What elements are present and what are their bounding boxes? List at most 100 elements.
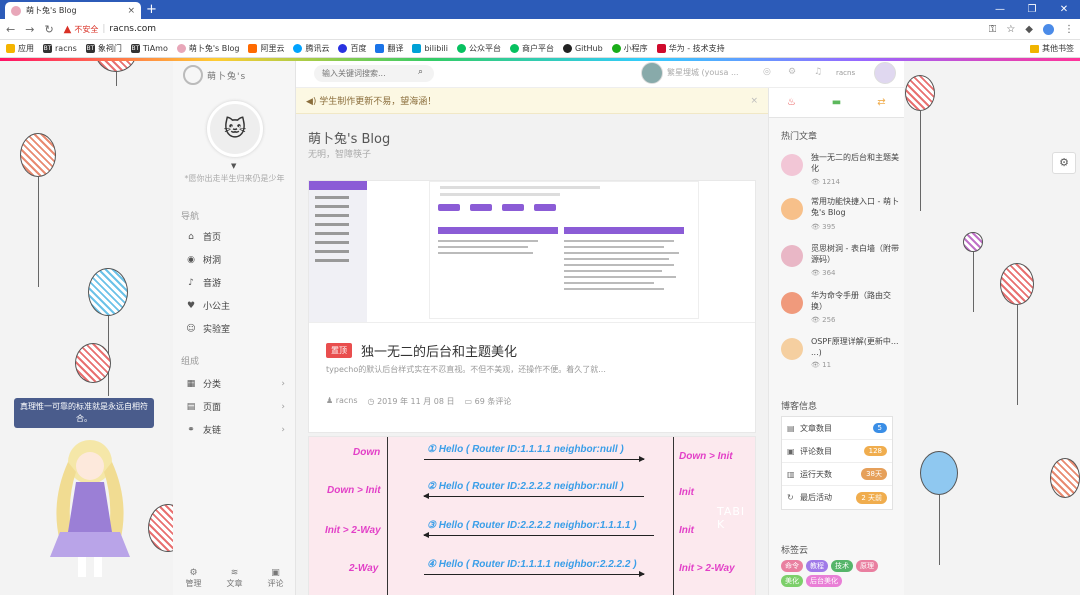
comment-count[interactable]: ▭ 69 条评论 xyxy=(465,396,512,407)
play-icon[interactable]: ◎ xyxy=(763,67,771,77)
post-card[interactable]: 置顶 独一无二的后台和主题美化 typecho的默认后台样式实在不忍直视。不但不… xyxy=(308,180,756,433)
tag-item[interactable]: 美化 xyxy=(781,575,803,587)
bookmark-baidu[interactable]: 百度 xyxy=(338,43,366,54)
info-row-last-active: ↻ 最后活动 2 天前 xyxy=(782,486,892,509)
profile-avatar[interactable]: 🐱 xyxy=(207,101,263,157)
hot-article-item[interactable]: OSPF原理详解(更新中... ...) 👁 11 xyxy=(781,336,899,374)
music-cover-avatar[interactable] xyxy=(641,62,663,84)
hot-articles-title: 热门文章 xyxy=(781,132,818,142)
nav-item-pages[interactable]: ▤ 页面 › xyxy=(185,400,285,414)
post-thumbnail[interactable] xyxy=(309,181,755,323)
hot-article-item[interactable]: 常用功能快捷入口 - 萌卜兔's Blog 👁 395 xyxy=(781,196,899,234)
bulb-icon: ◉ xyxy=(187,254,195,265)
balloon-decoration xyxy=(1000,263,1034,305)
nav-item-music-game[interactable]: ♪ 音游 xyxy=(185,276,285,290)
hot-article-item[interactable]: 觅思树洞 - 表白墙（附带源码） 👁 364 xyxy=(781,243,899,281)
account-label[interactable]: racns xyxy=(836,69,855,77)
search-icon[interactable]: ⌕ xyxy=(418,67,423,77)
bookmark-blog[interactable]: 萌卜兔's Blog xyxy=(176,43,239,54)
chevron-right-icon: › xyxy=(281,401,285,412)
post-title-link[interactable]: 独一无二的后台和主题美化 xyxy=(361,341,517,360)
bookmark-wechat-pay[interactable]: 商户平台 xyxy=(509,43,554,54)
user-icon: ♟ xyxy=(326,396,336,405)
bookmark-racns[interactable]: BT racns xyxy=(43,44,77,53)
bt-icon: BT xyxy=(43,44,52,53)
bookmark-aliyun[interactable]: 阿里云 xyxy=(248,43,284,54)
chevron-right-icon: › xyxy=(281,378,285,389)
tab-random-icon[interactable]: ⇄ xyxy=(859,88,904,117)
hot-article-item[interactable]: 华为命令手册（路由交换） 👁 256 xyxy=(781,290,899,328)
tag-item[interactable]: 后台美化 xyxy=(806,575,842,587)
back-arrow-icon[interactable]: ← xyxy=(6,23,15,36)
nav-item-categories[interactable]: ▦ 分类 › xyxy=(185,377,285,391)
post-excerpt: typecho的默认后台样式实在不忍直视。不但不美观，还操作不便。着久了就... xyxy=(326,365,606,374)
tag-item[interactable]: 命令 xyxy=(781,560,803,572)
bookmark-tiamo[interactable]: BT TiAmo xyxy=(130,44,168,53)
footer-admin-button[interactable]: ⚙ 管理 xyxy=(186,568,202,589)
close-window-icon[interactable]: ✕ xyxy=(1048,0,1080,19)
minimize-icon[interactable]: — xyxy=(984,0,1016,19)
star-icon[interactable]: ☆ xyxy=(1006,24,1015,35)
bell-icon[interactable]: ♫ xyxy=(814,67,822,77)
browser-tab[interactable]: 萌卜兔's Blog × xyxy=(5,2,141,19)
hello-message: ① Hello ( Router ID:1.1.1.1 neighbor:nul… xyxy=(427,444,624,455)
footer-comments-button[interactable]: ▣ 评论 xyxy=(268,568,284,589)
other-bookmarks[interactable]: 其他书签 xyxy=(1030,43,1074,54)
mascot-character-icon[interactable] xyxy=(40,432,140,582)
profile-icon[interactable] xyxy=(1043,23,1054,35)
balloon-decoration xyxy=(1050,458,1080,498)
left-sidebar: 萌卜兔's 🐱 ▼ *愿你出走半生归来仍是少年 导航 ⌂ 首页 ◉ 树洞 ♪ 音游 ♥… xyxy=(173,61,296,595)
post-date: ◷ 2019 年 11 月 08 日 xyxy=(367,397,455,406)
nav-item-princess[interactable]: ♥ 小公主 xyxy=(185,299,285,313)
nav-item-treehole[interactable]: ◉ 树洞 xyxy=(185,253,285,267)
bt-icon: BT xyxy=(85,44,95,53)
url-text[interactable]: racns.com xyxy=(109,24,156,34)
bookmark-miniprogram[interactable]: 小程序 xyxy=(611,43,648,54)
settings-gear-icon[interactable]: ⚙ xyxy=(1052,152,1076,174)
address-bar: ← → ↻ ▲ 不安全 | racns.com ⚿ ☆ ◆ ⋮ xyxy=(0,19,1080,40)
new-tab-button[interactable]: + xyxy=(146,2,157,17)
post-card-ospf[interactable]: Down Down > Init Init > 2-Way 2-Way Down… xyxy=(308,436,756,595)
huawei-icon xyxy=(656,44,666,53)
chevron-down-icon[interactable]: ▼ xyxy=(231,162,236,170)
settings-icon[interactable]: ⚙ xyxy=(788,67,796,77)
author[interactable]: ♟ racns xyxy=(326,396,358,407)
bookmark-translate[interactable]: 翻译 xyxy=(375,43,403,54)
nav-item-friend-links[interactable]: ⚭ 友链 › xyxy=(185,423,285,437)
tab-comment-icon[interactable]: ▬ xyxy=(814,88,859,117)
nav-item-home[interactable]: ⌂ 首页 xyxy=(185,230,285,244)
tab-close-icon[interactable]: × xyxy=(127,6,135,16)
bookmark-apps[interactable]: 应用 xyxy=(6,43,34,54)
refresh-icon: ↻ xyxy=(787,493,794,502)
omnibox[interactable]: ▲ 不安全 | racns.com xyxy=(64,22,989,37)
tag-item[interactable]: 技术 xyxy=(831,560,853,572)
notice-close-icon[interactable]: × xyxy=(750,96,758,106)
bookmark-xiangcimen[interactable]: BT 象祠门 xyxy=(85,43,122,54)
mascot-speech-bubble: 真理惟一可靠的标准就是永远自相符合。 xyxy=(14,398,154,428)
bookmark-github[interactable]: GitHub xyxy=(562,44,603,53)
nav-item-lab[interactable]: ☺ 实验室 xyxy=(185,322,285,336)
key-icon[interactable]: ⚿ xyxy=(989,24,997,35)
forward-arrow-icon[interactable]: → xyxy=(25,23,34,36)
search-input[interactable] xyxy=(314,65,434,82)
right-sidebar: ♨ ▬ ⇄ 热门文章 独一无二的后台和主题美化 👁 1214 常用功能快捷入口 … xyxy=(768,88,904,595)
reload-icon[interactable]: ↻ xyxy=(44,23,53,36)
hot-article-item[interactable]: 独一无二的后台和主题美化 👁 1214 xyxy=(781,152,899,190)
user-avatar[interactable] xyxy=(874,62,896,84)
bookmark-wechat-mp[interactable]: 公众平台 xyxy=(456,43,501,54)
tab-hot-fire-icon[interactable]: ♨ xyxy=(769,88,814,117)
site-logo[interactable]: 萌卜兔's xyxy=(183,65,246,85)
github-icon xyxy=(562,44,572,53)
footer-articles-button[interactable]: ≋ 文章 xyxy=(227,568,243,589)
bookmark-tencent-cloud[interactable]: 腾讯云 xyxy=(293,43,329,54)
bookmark-bilibili[interactable]: bilibili xyxy=(412,44,448,53)
heart-icon: ♥ xyxy=(186,300,196,311)
balloon-decoration xyxy=(75,343,111,383)
maximize-icon[interactable]: ❐ xyxy=(1016,0,1048,19)
tag-item[interactable]: 原理 xyxy=(856,560,878,572)
comment-icon: ▭ xyxy=(464,397,475,406)
bookmark-huawei[interactable]: 华为 - 技术支持 xyxy=(656,43,725,54)
menu-dots-icon[interactable]: ⋮ xyxy=(1064,24,1074,35)
tag-item[interactable]: 教程 xyxy=(806,560,828,572)
extension-icon[interactable]: ◆ xyxy=(1025,24,1033,35)
